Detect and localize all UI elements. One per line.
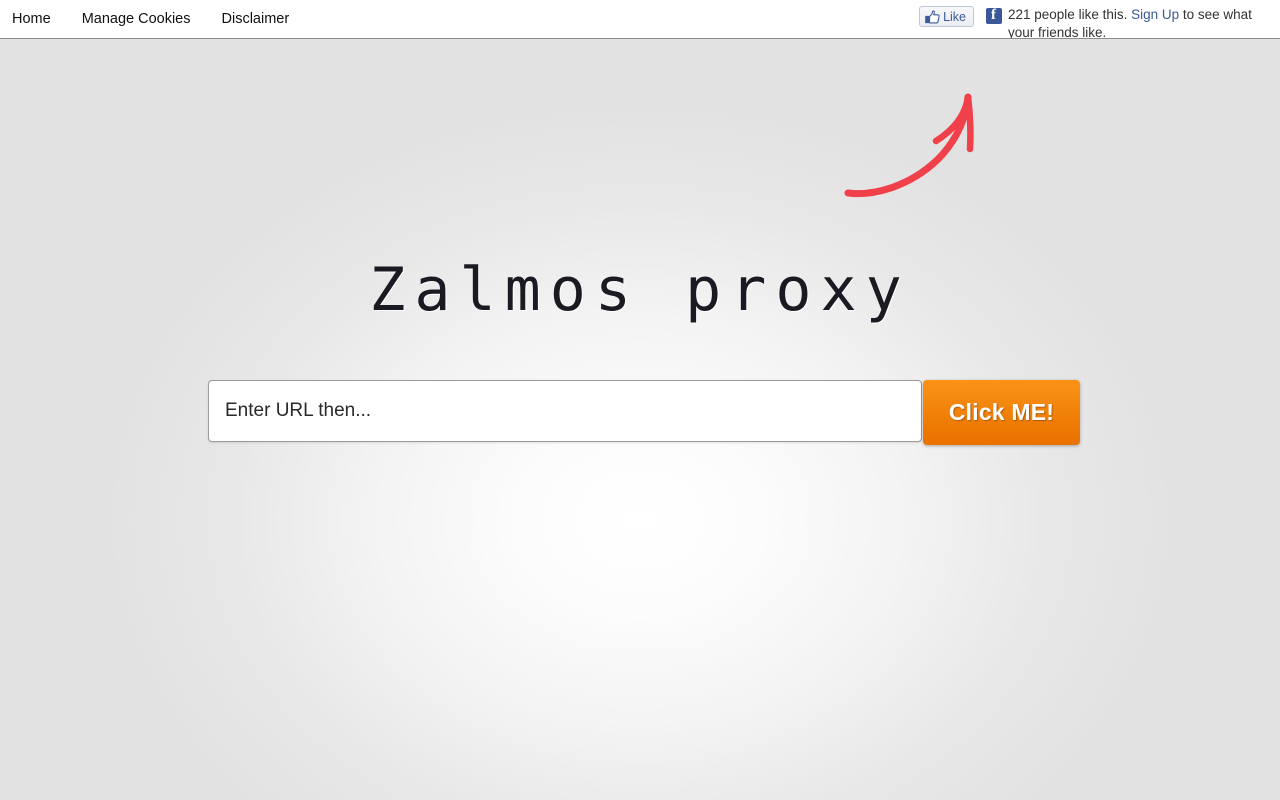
main-stage: Zalmos proxy Click ME! — [0, 40, 1280, 800]
nav-links: Home Manage Cookies Disclaimer — [12, 0, 320, 38]
page-root: Home Manage Cookies Disclaimer Like 221 … — [0, 0, 1280, 800]
nav-item-home[interactable]: Home — [12, 0, 51, 38]
top-navigation-bar: Home Manage Cookies Disclaimer Like 221 … — [0, 0, 1280, 39]
facebook-social-text: 221 people like this. Sign Up to see wha… — [1008, 4, 1280, 38]
submit-button[interactable]: Click ME! — [923, 380, 1080, 445]
thumbs-up-icon — [925, 9, 940, 24]
facebook-like-widget: Like 221 people like this. Sign Up to se… — [919, 4, 1280, 38]
curved-arrow-icon — [840, 45, 990, 205]
facebook-signup-link[interactable]: Sign Up — [1131, 7, 1179, 22]
page-title: Zalmos proxy — [369, 255, 911, 325]
facebook-like-button[interactable]: Like — [919, 6, 974, 27]
facebook-like-label: Like — [943, 9, 966, 24]
url-input[interactable] — [208, 380, 922, 442]
nav-item-manage-cookies[interactable]: Manage Cookies — [82, 0, 191, 38]
nav-item-disclaimer[interactable]: Disclaimer — [222, 0, 290, 38]
facebook-like-count-text: 221 people like this. — [1008, 7, 1132, 22]
facebook-f-icon — [986, 6, 1002, 24]
proxy-search-form: Click ME! — [208, 370, 1080, 445]
